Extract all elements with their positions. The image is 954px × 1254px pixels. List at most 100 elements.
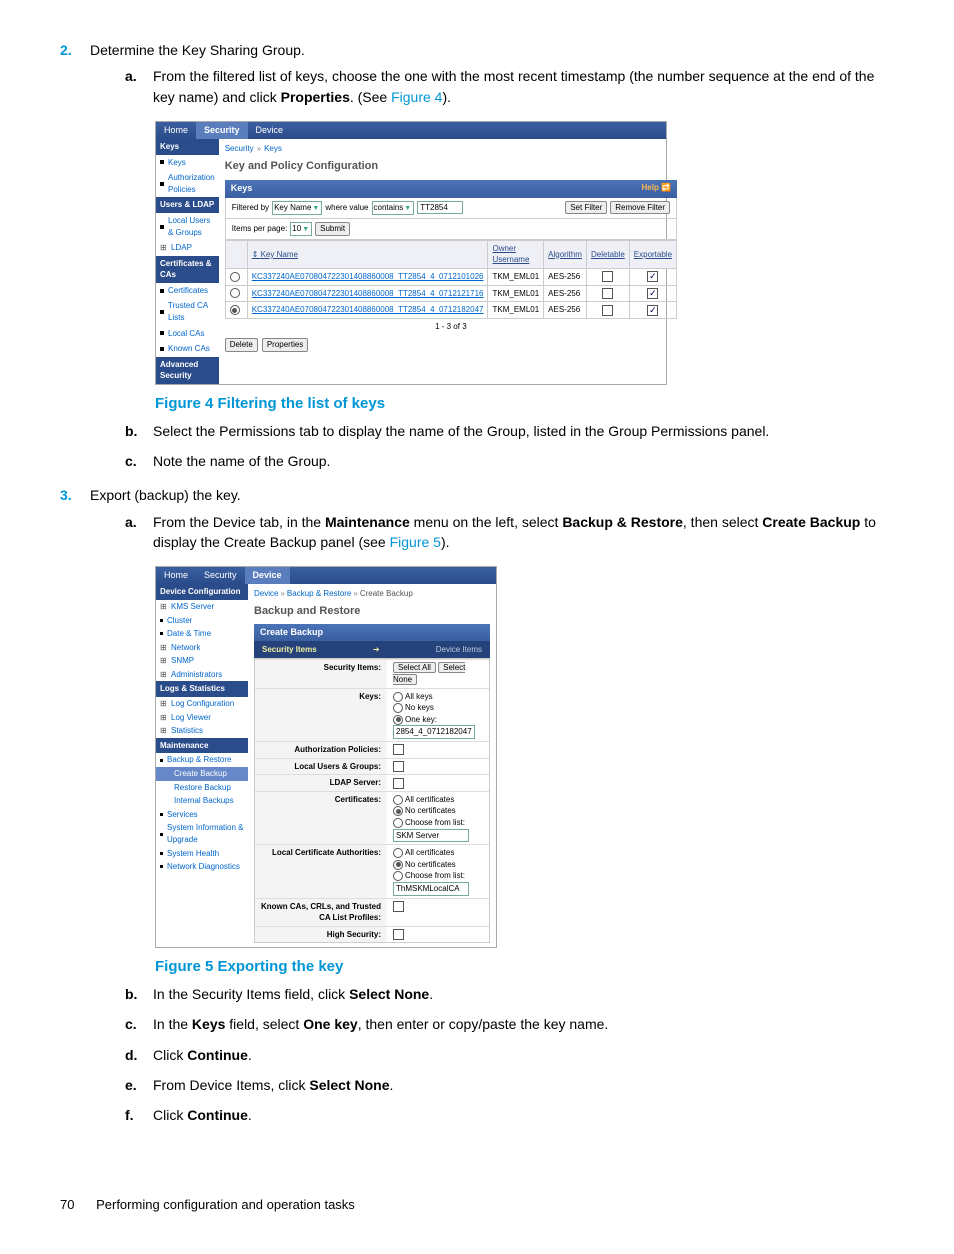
- tab-security[interactable]: Security: [196, 567, 245, 584]
- sidebar-item-snmp[interactable]: ⊞SNMP: [156, 654, 248, 668]
- remove-filter-button[interactable]: Remove Filter: [610, 201, 670, 215]
- crumb[interactable]: Security: [225, 144, 254, 153]
- sidebar-item-certs[interactable]: Certificates: [156, 283, 219, 299]
- sidebar-item-internalbackups[interactable]: Internal Backups: [156, 794, 248, 808]
- col-exportable[interactable]: Exportable: [629, 240, 676, 268]
- onekey-input[interactable]: 2854_4_0712182047: [393, 725, 475, 739]
- sidebar-heading: Logs & Statistics: [156, 681, 248, 697]
- substep-letter: c.: [125, 451, 153, 471]
- sidebar-heading: Device Configuration: [156, 584, 248, 600]
- sidebar-item-backuprestore[interactable]: Backup & Restore: [156, 753, 248, 767]
- figure-link[interactable]: Figure 5: [390, 534, 441, 550]
- wizard-tab-security[interactable]: Security Items: [262, 644, 317, 656]
- text: From the filtered list of keys, choose t…: [153, 68, 874, 104]
- tab-device[interactable]: Device: [248, 122, 292, 139]
- sidebar-item-createbackup[interactable]: Create Backup: [156, 767, 248, 781]
- section-title: Key and Policy Configuration: [225, 159, 677, 175]
- panel-header: Create Backup: [254, 624, 490, 641]
- sidebar-item-restorebackup[interactable]: Restore Backup: [156, 781, 248, 795]
- sidebar-item-keys[interactable]: Keys: [156, 155, 219, 171]
- sidebar-item-kms[interactable]: ⊞KMS Server: [156, 600, 248, 614]
- key-link[interactable]: KC337240AE070804722301408860008_TT2854_4…: [247, 285, 488, 302]
- pagination-text: 1 - 3 of 3: [225, 319, 677, 335]
- sidebar-item-netdiag[interactable]: Network Diagnostics: [156, 860, 248, 874]
- main-panel: Device»Backup & Restore»Create Backup Ba…: [248, 584, 496, 947]
- exportable-checkbox: [647, 288, 658, 299]
- ldap-checkbox[interactable]: [393, 778, 404, 789]
- key-link[interactable]: KC337240AE070804722301408860008_TT2854_4…: [247, 268, 488, 285]
- help-link[interactable]: Help 🔁: [642, 182, 672, 195]
- tab-home[interactable]: Home: [156, 567, 196, 584]
- lca-all-radio[interactable]: [393, 848, 403, 858]
- knownca-checkbox[interactable]: [393, 901, 404, 912]
- row-radio[interactable]: [230, 272, 240, 282]
- tab-home[interactable]: Home: [156, 122, 196, 139]
- delete-button[interactable]: Delete: [225, 338, 258, 352]
- sidebar-item-statistics[interactable]: ⊞Statistics: [156, 724, 248, 738]
- figure4-caption: Figure 4 Filtering the list of keys: [155, 393, 894, 415]
- deletable-checkbox: [602, 288, 613, 299]
- lca-no-radio[interactable]: [393, 860, 403, 870]
- exportable-checkbox: [647, 305, 658, 316]
- figure-link[interactable]: Figure 4: [391, 89, 442, 105]
- table-row: KC337240AE070804722301408860008_TT2854_4…: [225, 285, 676, 302]
- sidebar-item-services[interactable]: Services: [156, 808, 248, 822]
- table-row: KC337240AE070804722301408860008_TT2854_4…: [225, 268, 676, 285]
- substep-letter: c.: [125, 1014, 153, 1034]
- bold-text: Properties: [281, 89, 350, 105]
- allcerts-radio[interactable]: [393, 795, 403, 805]
- tab-security[interactable]: Security: [196, 122, 248, 139]
- sidebar-item-logconfig[interactable]: ⊞Log Configuration: [156, 697, 248, 711]
- deletable-checkbox: [602, 271, 613, 282]
- sidebar-item-ldap[interactable]: ⊞LDAP: [156, 240, 219, 256]
- top-tabs: Home Security Device: [156, 122, 666, 139]
- certs-input[interactable]: SKM Server: [393, 829, 469, 843]
- select-all-button[interactable]: Select All: [393, 662, 436, 673]
- filter-field-select[interactable]: Key Name▼: [272, 201, 322, 215]
- sidebar-item-logviewer[interactable]: ⊞Log Viewer: [156, 711, 248, 725]
- main-panel: Security»Keys Key and Policy Configurati…: [219, 139, 683, 384]
- onekey-radio[interactable]: [393, 715, 403, 725]
- col-owner[interactable]: Owner Username: [488, 240, 544, 268]
- substep-letter: b.: [125, 421, 153, 441]
- lca-choose-radio[interactable]: [393, 871, 403, 881]
- set-filter-button[interactable]: Set Filter: [565, 201, 607, 215]
- perpage-select[interactable]: 10▼: [290, 222, 312, 236]
- key-link[interactable]: KC337240AE070804722301408860008_TT2854_4…: [247, 302, 488, 319]
- filter-value-input[interactable]: TT2854: [417, 201, 463, 215]
- sidebar-item-datetime[interactable]: Date & Time: [156, 627, 248, 641]
- sidebar-item-syshealth[interactable]: System Health: [156, 847, 248, 861]
- allkeys-radio[interactable]: [393, 692, 403, 702]
- sidebar-item-localusers[interactable]: Local Users & Groups: [156, 213, 219, 240]
- highsec-checkbox[interactable]: [393, 929, 404, 940]
- col-algorithm[interactable]: Algorithm: [544, 240, 587, 268]
- col-keyname[interactable]: ⇕ Key Name: [247, 240, 488, 268]
- col-deletable[interactable]: Deletable: [586, 240, 629, 268]
- localusers-checkbox[interactable]: [393, 761, 404, 772]
- sidebar-item-knownca[interactable]: Known CAs: [156, 341, 219, 357]
- wizard-tab-device[interactable]: Device Items: [436, 644, 482, 656]
- text: . (See: [350, 89, 391, 105]
- tab-device[interactable]: Device: [245, 567, 290, 584]
- row-radio[interactable]: [230, 288, 240, 298]
- sidebar-item-trustedca[interactable]: Trusted CA Lists: [156, 298, 219, 325]
- sidebar-item-sysinfo[interactable]: System Information & Upgrade: [156, 821, 248, 846]
- lca-input[interactable]: ThMSKMLocalCA: [393, 882, 469, 896]
- nokeys-radio[interactable]: [393, 703, 403, 713]
- row-radio[interactable]: [230, 305, 240, 315]
- sidebar-item-admins[interactable]: ⊞Administrators: [156, 668, 248, 682]
- filter-op-select[interactable]: contains▼: [372, 201, 415, 215]
- sidebar-item-authpolicies[interactable]: Authorization Policies: [156, 170, 219, 197]
- sidebar-item-network[interactable]: ⊞Network: [156, 641, 248, 655]
- properties-button[interactable]: Properties: [262, 338, 308, 352]
- sidebar-item-localca[interactable]: Local CAs: [156, 326, 219, 342]
- items-per-page: Items per page: 10▼ Submit: [225, 219, 677, 240]
- step-text: Export (backup) the key.: [90, 487, 241, 503]
- sidebar-heading: Maintenance: [156, 738, 248, 754]
- panel-header: KeysHelp 🔁: [225, 180, 677, 197]
- sidebar-item-cluster[interactable]: Cluster: [156, 614, 248, 628]
- submit-button[interactable]: Submit: [315, 222, 350, 236]
- authpol-checkbox[interactable]: [393, 744, 404, 755]
- choosecerts-radio[interactable]: [393, 818, 403, 828]
- nocerts-radio[interactable]: [393, 806, 403, 816]
